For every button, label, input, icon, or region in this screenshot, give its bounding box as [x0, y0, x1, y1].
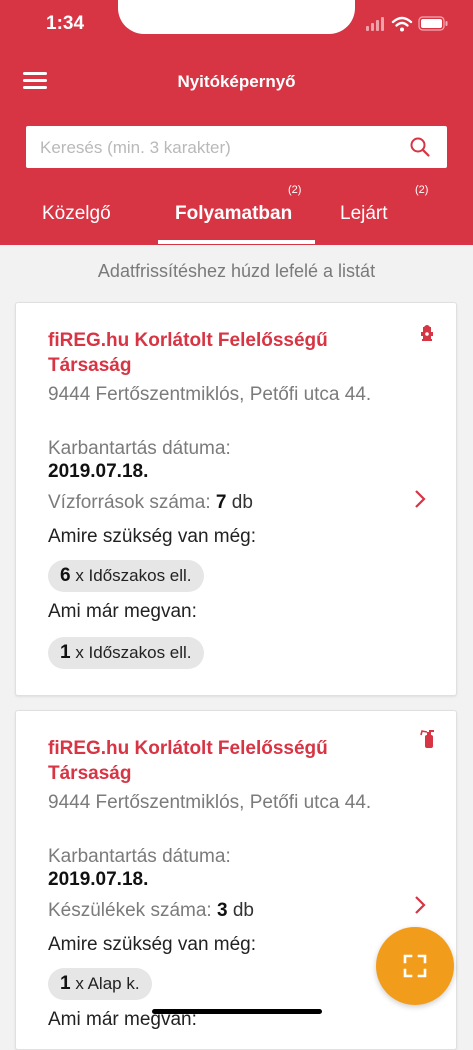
card-needed-label: Amire szükség van még: [48, 526, 257, 547]
card-count-label: Vízforrások száma: [48, 492, 211, 513]
extinguisher-icon [420, 730, 434, 748]
card-title: fiREG.hu Korlátolt Felelősségű Társaság [48, 330, 328, 376]
needed-item-name: x Alap k. [75, 974, 140, 993]
card-count-row: Készülékek száma: 3 db [48, 900, 254, 922]
card-address: 9444 Fertőszentmiklós, Petőfi utca 44. [48, 792, 372, 813]
card-have-label: Ami már megvan: [48, 601, 197, 622]
search-bar [26, 126, 447, 170]
card-date-label: Karbantartás dátuma: [48, 846, 231, 867]
card-title: fiREG.hu Korlátolt Felelősségű Társaság [48, 738, 328, 784]
card-count-unit: db [232, 900, 254, 921]
have-item-qty: 1 [60, 642, 71, 663]
chevron-right-icon[interactable] [413, 895, 427, 915]
tab-lejart[interactable]: Lejárt [340, 203, 388, 225]
have-item-chip: 1 x Időszakos ell. [48, 637, 204, 669]
card-count-label: Készülékek száma: [48, 900, 212, 921]
card-count: 7 [215, 492, 227, 513]
page-title: Nyitóképernyő [177, 72, 296, 91]
needed-item-chip: 6 x Időszakos ell. [48, 560, 204, 592]
tab-folyamatban[interactable]: Folyamatban [175, 203, 292, 225]
have-item-name: x Időszakos ell. [75, 643, 192, 662]
device-notch [118, 0, 355, 34]
needed-item-name: x Időszakos ell. [75, 566, 192, 585]
tab-lejart-count: (2) [415, 184, 429, 196]
chevron-right-icon[interactable] [413, 489, 427, 509]
tab-folyamatban-count: (2) [288, 184, 302, 196]
scan-icon [403, 954, 427, 978]
card-needed-label: Amire szükség van még: [48, 934, 257, 955]
card-date: 2019.07.18. [48, 461, 149, 482]
needed-item-qty: 6 [60, 565, 71, 586]
scan-button[interactable] [376, 927, 454, 1005]
site-card[interactable]: fiREG.hu Korlátolt Felelősségű Társaság … [15, 302, 457, 696]
hydrant-icon [421, 325, 433, 341]
status-icons [366, 16, 448, 32]
home-indicator [152, 1009, 322, 1014]
wifi-icon [391, 16, 413, 27]
needed-item-qty: 1 [60, 973, 71, 994]
card-count-unit: db [231, 492, 253, 513]
search-icon[interactable] [409, 136, 431, 158]
site-card[interactable]: fiREG.hu Korlátolt Felelősségű Társaság … [15, 710, 457, 1050]
search-input[interactable] [38, 126, 402, 170]
active-tab-indicator [158, 240, 315, 244]
card-date: 2019.07.18. [48, 869, 149, 890]
card-count: 3 [216, 900, 228, 921]
app-header: 1:34 Nyitóképernyő Közelgő Folyamatban [0, 0, 473, 245]
battery-icon [418, 16, 448, 31]
cellular-icon [366, 17, 384, 31]
card-address: 9444 Fertőszentmiklós, Petőfi utca 44. [48, 384, 372, 405]
needed-item-chip: 1 x Alap k. [48, 968, 152, 1000]
status-time: 1:34 [46, 13, 85, 34]
pull-to-refresh-hint: Adatfrissítéshez húzd lefelé a listát [97, 261, 376, 281]
card-count-row: Vízforrások száma: 7 db [48, 492, 253, 514]
card-date-label: Karbantartás dátuma: [48, 438, 231, 459]
tab-kozelgo[interactable]: Közelgő [42, 203, 111, 225]
